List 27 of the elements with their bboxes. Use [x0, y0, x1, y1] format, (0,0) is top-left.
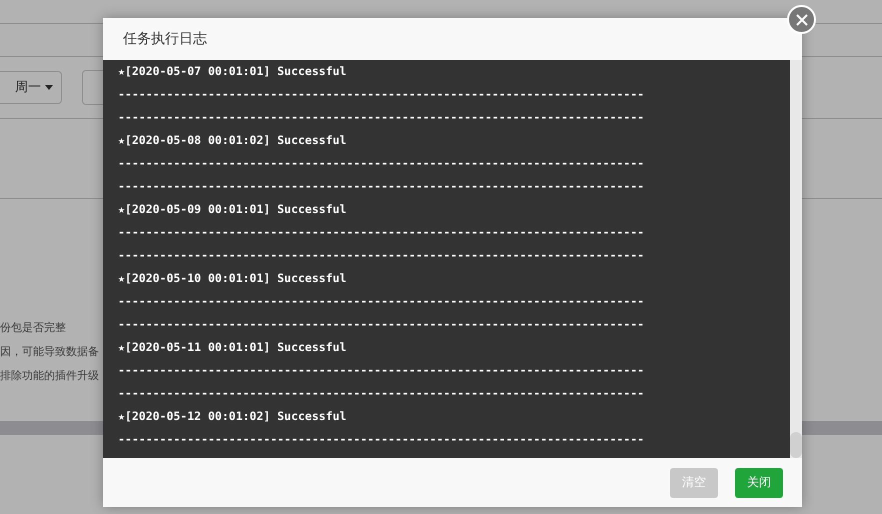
dialog-title: 任务执行日志 [123, 30, 207, 48]
log-line: ★[2020-05-08 00:01:02] Successful [118, 132, 348, 149]
close-icon[interactable] [787, 5, 816, 34]
log-line: ---------------------------------------------------------------------------- [118, 224, 646, 241]
log-line: ---------------------------------------------------------------------------- [118, 385, 646, 402]
log-line: ---------------------------------------------------------------------------- [118, 109, 646, 126]
log-line: ★[2020-05-07 00:01:01] Successful [118, 63, 348, 80]
log-line: ★[2020-05-10 00:01:01] Successful [118, 270, 348, 287]
log-line: ---------------------------------------------------------------------------- [118, 178, 646, 195]
scrollbar-thumb[interactable] [790, 432, 802, 458]
close-button[interactable]: 关闭 [735, 468, 783, 498]
log-line: ★[2020-05-11 00:01:01] Successful [118, 339, 348, 356]
log-line: ---------------------------------------------------------------------------- [118, 431, 646, 448]
scrollbar[interactable] [790, 60, 802, 458]
log-line: ---------------------------------------------------------------------------- [118, 362, 646, 379]
log-line: ---------------------------------------------------------------------------- [118, 316, 646, 333]
log-line: ---------------------------------------------------------------------------- [118, 247, 646, 264]
log-line: ---------------------------------------------------------------------------- [118, 293, 646, 310]
note-text: 因，可能导致数据备 [0, 344, 99, 360]
log-line: ---------------------------------------------------------------------------- [118, 155, 646, 172]
note-text: 排除功能的插件升级 [0, 368, 99, 384]
log-line: ---------------------------------------------------------------------------- [118, 86, 646, 103]
weekday-select[interactable]: 周一 [0, 70, 62, 104]
log-line: ★[2020-05-12 00:01:02] Successful [118, 408, 348, 425]
note-text: 份包是否完整 [0, 320, 66, 336]
caret-icon [45, 84, 53, 90]
log-line: ★[2020-05-09 00:01:01] Successful [118, 201, 348, 218]
